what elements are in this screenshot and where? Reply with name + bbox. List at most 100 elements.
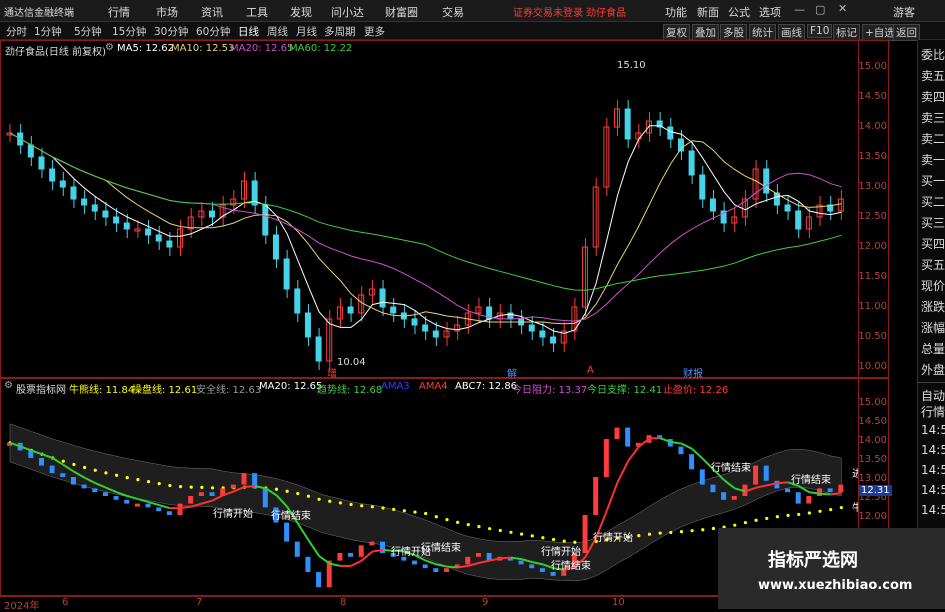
candle-body (347, 306, 354, 314)
menu-item-wealth-circle[interactable]: 财富圈 (385, 4, 418, 20)
adjust-button[interactable]: 复权 (663, 24, 690, 41)
bull-bear-dot (775, 515, 779, 519)
menu-item-formula[interactable]: 公式 (728, 4, 750, 20)
menu-item-discover[interactable]: 发现 (290, 4, 312, 20)
bull-bear-dot (456, 520, 460, 524)
candle-body (102, 210, 109, 218)
menu-item-market[interactable]: 市场 (156, 4, 178, 20)
ma60-line (9, 132, 842, 291)
restore-icon[interactable]: ▢ (815, 3, 825, 16)
stats-button[interactable]: 统计 (749, 24, 776, 41)
period-weekly[interactable]: 周线 (267, 24, 288, 39)
indicator-candle (433, 568, 439, 572)
high-price-label: 15.10 (617, 60, 646, 71)
back-button[interactable]: 返回 (893, 24, 920, 41)
menu-item-quotes[interactable]: 行情 (108, 4, 130, 20)
candle-body (38, 156, 45, 170)
menu-item-trade[interactable]: 交易 (442, 4, 464, 20)
bull-bear-dot (466, 522, 470, 527)
main-kline-chart[interactable]: 劲仔食品(日线 前复权) ⚙ MA5: 12.62 MA10: 12.53 MA… (0, 40, 889, 380)
f10-button[interactable]: F10 (807, 24, 833, 38)
bull-bear-dot (189, 485, 193, 489)
menu-item-options[interactable]: 选项 (759, 4, 781, 20)
period-30min[interactable]: 30分钟 (154, 24, 188, 39)
minimize-icon[interactable]: — (794, 3, 805, 16)
main-y-tick: 10.00 (858, 361, 887, 372)
bull-bear-dot (296, 491, 300, 496)
overlay-button[interactable]: 叠加 (692, 24, 719, 41)
trend-line-segment (777, 481, 789, 485)
side-tick-label: 行情 (921, 405, 945, 419)
close-icon[interactable]: ✕ (838, 2, 847, 15)
side-tick-label[interactable]: 自动 (921, 387, 945, 404)
side-label: 卖四 (921, 90, 945, 104)
side-label: 买五 (921, 258, 945, 272)
bull-bear-dot (157, 481, 161, 486)
indicator-candle (262, 488, 268, 508)
bull-bear-dot (200, 485, 204, 489)
indicator-candle (124, 499, 130, 504)
main-price-axis: 15.00 14.50 14.00 13.50 13.00 12.50 12.0… (858, 41, 889, 377)
period-daily[interactable]: 日线 (238, 24, 259, 39)
sub-y-tick: 13.50 (858, 454, 887, 465)
bull-bear-dot (370, 505, 374, 509)
bull-bear-dot (381, 506, 385, 510)
menu-item-function[interactable]: 功能 (665, 4, 687, 20)
mark-button[interactable]: 标记 (833, 24, 860, 41)
period-15min[interactable]: 15分钟 (112, 24, 146, 39)
bull-bear-dot (274, 487, 279, 491)
period-1min[interactable]: 1分钟 (34, 24, 62, 39)
indicator-candle (518, 560, 524, 565)
indicator-candle (529, 564, 535, 569)
candle-body (379, 288, 386, 308)
bull-bear-dot (306, 494, 311, 498)
menu-item-tools[interactable]: 工具 (246, 4, 268, 20)
candle-body (70, 186, 77, 200)
candle-body (123, 222, 130, 230)
bull-bear-dot (360, 504, 364, 508)
period-5min[interactable]: 5分钟 (74, 24, 102, 39)
candle-body (763, 168, 770, 194)
side-label: 涨跌 (921, 300, 945, 314)
main-y-tick: 12.00 (858, 241, 887, 252)
bull-bear-dot (690, 529, 694, 533)
login-notice[interactable]: 证券交易未登录 劲仔食品 (513, 4, 626, 19)
menu-item-guest[interactable]: 游客 (893, 4, 915, 20)
menu-item-wenxiaoda[interactable]: 问小达 (331, 4, 364, 20)
indicator-candle (284, 522, 290, 542)
candle-body (709, 198, 716, 212)
period-monthly[interactable]: 月线 (296, 24, 317, 39)
period-more[interactable]: 更多 (364, 24, 385, 39)
indicator-candle (699, 469, 705, 485)
bull-bear-dot (72, 462, 76, 467)
trend-line-segment (307, 539, 320, 557)
candle-body (539, 330, 546, 338)
period-intraday[interactable]: 分时 (6, 24, 27, 39)
indicator-candle (230, 484, 236, 489)
bull-bear-dot (424, 511, 428, 516)
menu-item-news[interactable]: 资讯 (201, 4, 223, 20)
watermark: 指标严选网 www.xuezhibiao.com (718, 528, 945, 609)
period-toolbar: 分时 1分钟 5分钟 15分钟 30分钟 60分钟 日线 周线 月线 多周期 更… (0, 22, 945, 41)
bull-bear-dot (754, 518, 758, 522)
indicator-candle (593, 477, 599, 515)
bull-bear-dot (114, 473, 119, 477)
multi-stock-button[interactable]: 多股 (720, 24, 747, 41)
trend-line-segment (819, 492, 831, 496)
side-label: 卖二 (921, 132, 945, 146)
event-marker[interactable]: A (587, 365, 594, 376)
side-label[interactable]: 委比 (921, 46, 945, 63)
indicator-candle (60, 473, 66, 477)
draw-line-button[interactable]: 画线 (778, 24, 805, 41)
indicator-candle (678, 446, 684, 455)
bull-bear-dot (104, 471, 108, 475)
indicator-candle (145, 503, 151, 508)
indicator-candle (209, 492, 215, 496)
bull-bear-dot (210, 486, 215, 490)
indicator-candle (710, 484, 716, 493)
period-multi[interactable]: 多周期 (324, 24, 356, 39)
signal-annotation: 行情结束 (551, 559, 591, 572)
indicator-candle (721, 492, 727, 500)
menu-item-new-page[interactable]: 新面 (697, 4, 719, 20)
period-60min[interactable]: 60分钟 (196, 24, 230, 39)
